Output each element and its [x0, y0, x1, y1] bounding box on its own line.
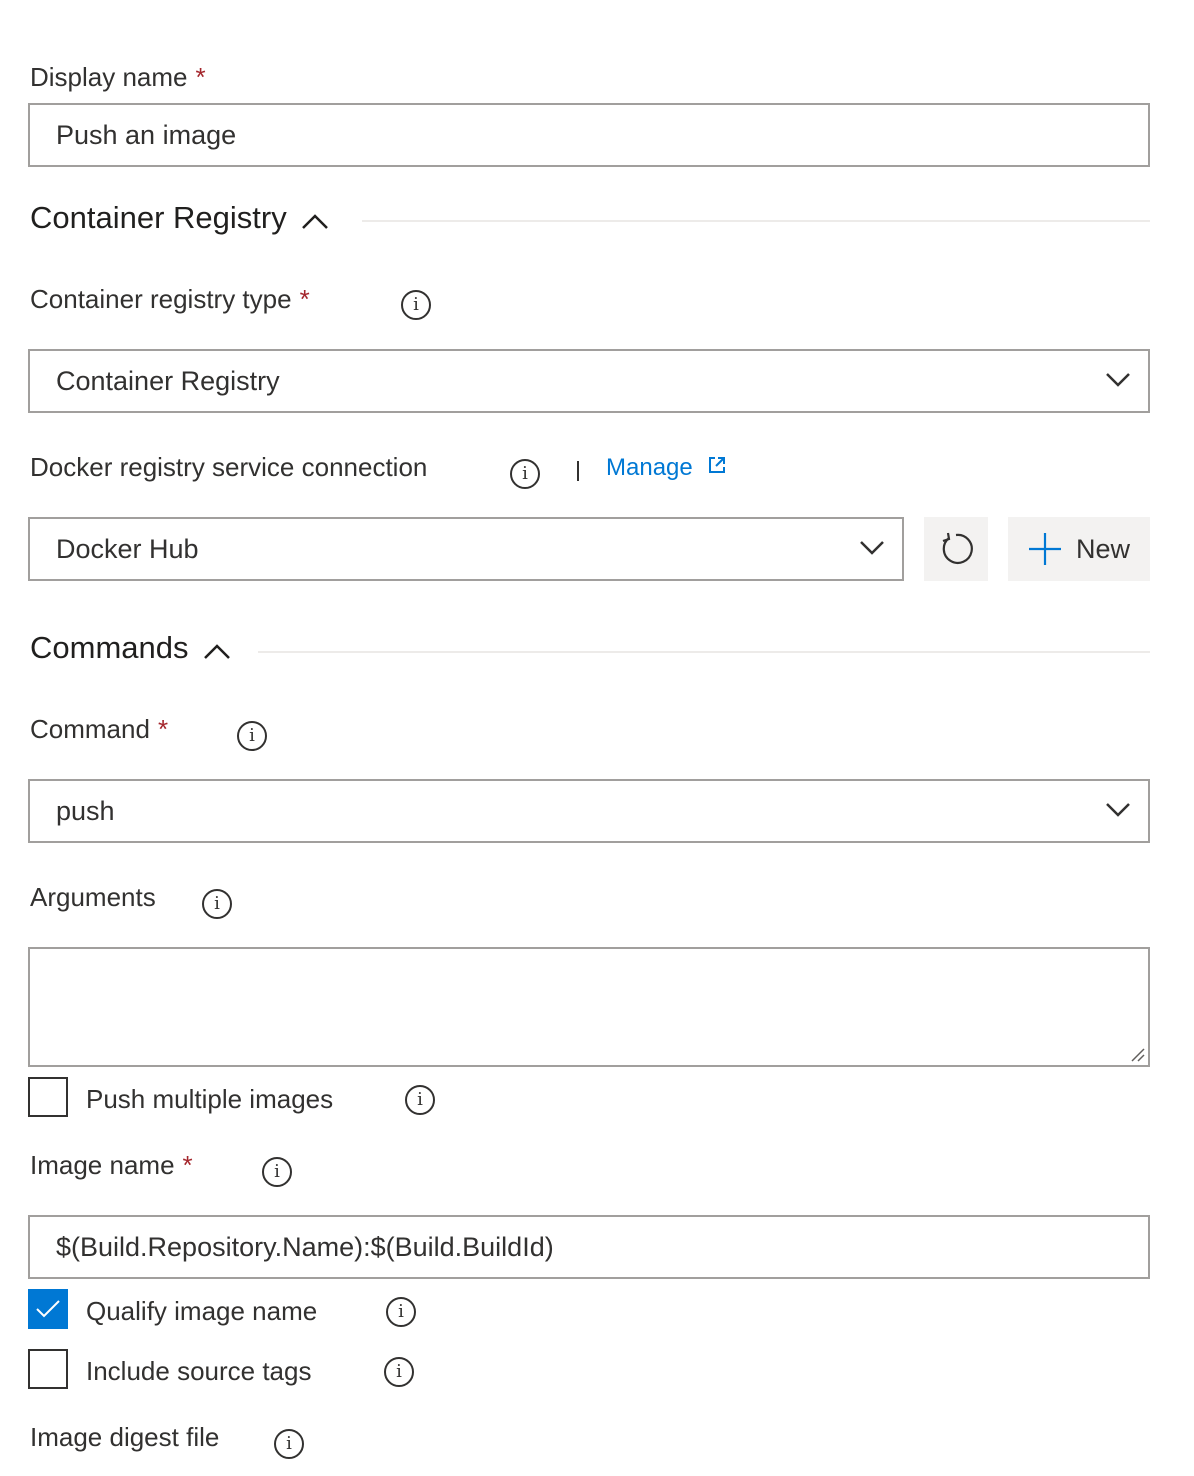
- service-connection-dropdown[interactable]: Docker Hub: [28, 517, 904, 581]
- new-button-label: New: [1075, 533, 1130, 564]
- info-icon[interactable]: i: [202, 889, 232, 919]
- include-source-tags-label: Include source tags: [86, 1356, 312, 1386]
- push-multiple-images-label: Push multiple images: [86, 1084, 334, 1114]
- section-divider: [362, 220, 1150, 222]
- chevron-down-icon: [1106, 373, 1130, 387]
- manage-link[interactable]: Manage: [606, 452, 727, 484]
- container-registry-section-toggle[interactable]: Container Registry: [30, 198, 329, 238]
- required-mark: *: [195, 62, 206, 92]
- display-name-label: Display name: [30, 62, 188, 92]
- info-icon[interactable]: i: [384, 1357, 414, 1387]
- chevron-up-icon: [203, 644, 230, 659]
- registry-type-dropdown[interactable]: Container Registry: [28, 349, 1150, 413]
- image-digest-file-label: Image digest file: [30, 1422, 220, 1452]
- info-icon[interactable]: i: [237, 721, 267, 751]
- push-multiple-images-checkbox[interactable]: [28, 1077, 68, 1117]
- qualify-image-name-label: Qualify image name: [86, 1296, 318, 1326]
- registry-type-label-group: Container registry type *: [30, 283, 310, 315]
- chevron-down-icon: [860, 541, 884, 555]
- command-selected: push: [56, 795, 115, 826]
- include-source-tags-checkbox[interactable]: [28, 1349, 68, 1389]
- chevron-up-icon: [301, 214, 328, 229]
- arguments-textarea[interactable]: [28, 947, 1150, 1067]
- info-icon[interactable]: i: [274, 1429, 304, 1459]
- chevron-down-icon: [1106, 803, 1130, 817]
- image-name-input[interactable]: $(Build.Repository.Name):$(Build.BuildId…: [28, 1215, 1150, 1279]
- refresh-button[interactable]: [924, 517, 988, 581]
- info-icon[interactable]: i: [510, 459, 540, 489]
- manage-link-label: Manage: [606, 454, 693, 481]
- section-title-commands: Commands: [30, 630, 189, 665]
- registry-type-selected: Container Registry: [56, 365, 280, 396]
- section-title-container-registry: Container Registry: [30, 200, 287, 235]
- image-name-label-group: Image name *: [30, 1149, 193, 1181]
- info-icon[interactable]: i: [386, 1297, 416, 1327]
- display-name-input[interactable]: Push an image: [28, 103, 1150, 167]
- commands-section-toggle[interactable]: Commands: [30, 628, 231, 668]
- required-mark: *: [182, 1150, 193, 1180]
- info-icon[interactable]: i: [262, 1157, 292, 1187]
- info-icon[interactable]: i: [405, 1085, 435, 1115]
- resize-handle-icon[interactable]: [1130, 1047, 1146, 1063]
- required-mark: *: [299, 284, 310, 314]
- separator: [577, 461, 579, 481]
- image-name-value: $(Build.Repository.Name):$(Build.BuildId…: [56, 1231, 554, 1262]
- external-link-icon: [708, 457, 725, 473]
- command-label-group: Command *: [30, 713, 168, 745]
- command-dropdown[interactable]: push: [28, 779, 1150, 843]
- plus-icon: [1028, 533, 1061, 565]
- checkmark-icon: [36, 1300, 60, 1318]
- registry-type-label: Container registry type: [30, 284, 292, 314]
- display-name-label-group: Display name *: [30, 61, 206, 93]
- refresh-icon: [942, 532, 973, 564]
- service-connection-selected: Docker Hub: [56, 533, 199, 564]
- section-divider: [258, 651, 1150, 653]
- new-connection-button[interactable]: New: [1008, 517, 1150, 581]
- image-name-label: Image name: [30, 1150, 175, 1180]
- qualify-image-name-checkbox[interactable]: [28, 1289, 68, 1329]
- service-connection-label: Docker registry service connection: [30, 452, 428, 482]
- display-name-value: Push an image: [56, 119, 237, 150]
- command-label: Command: [30, 714, 150, 744]
- info-icon[interactable]: i: [401, 290, 431, 320]
- required-mark: *: [157, 714, 169, 744]
- arguments-label: Arguments: [30, 882, 156, 912]
